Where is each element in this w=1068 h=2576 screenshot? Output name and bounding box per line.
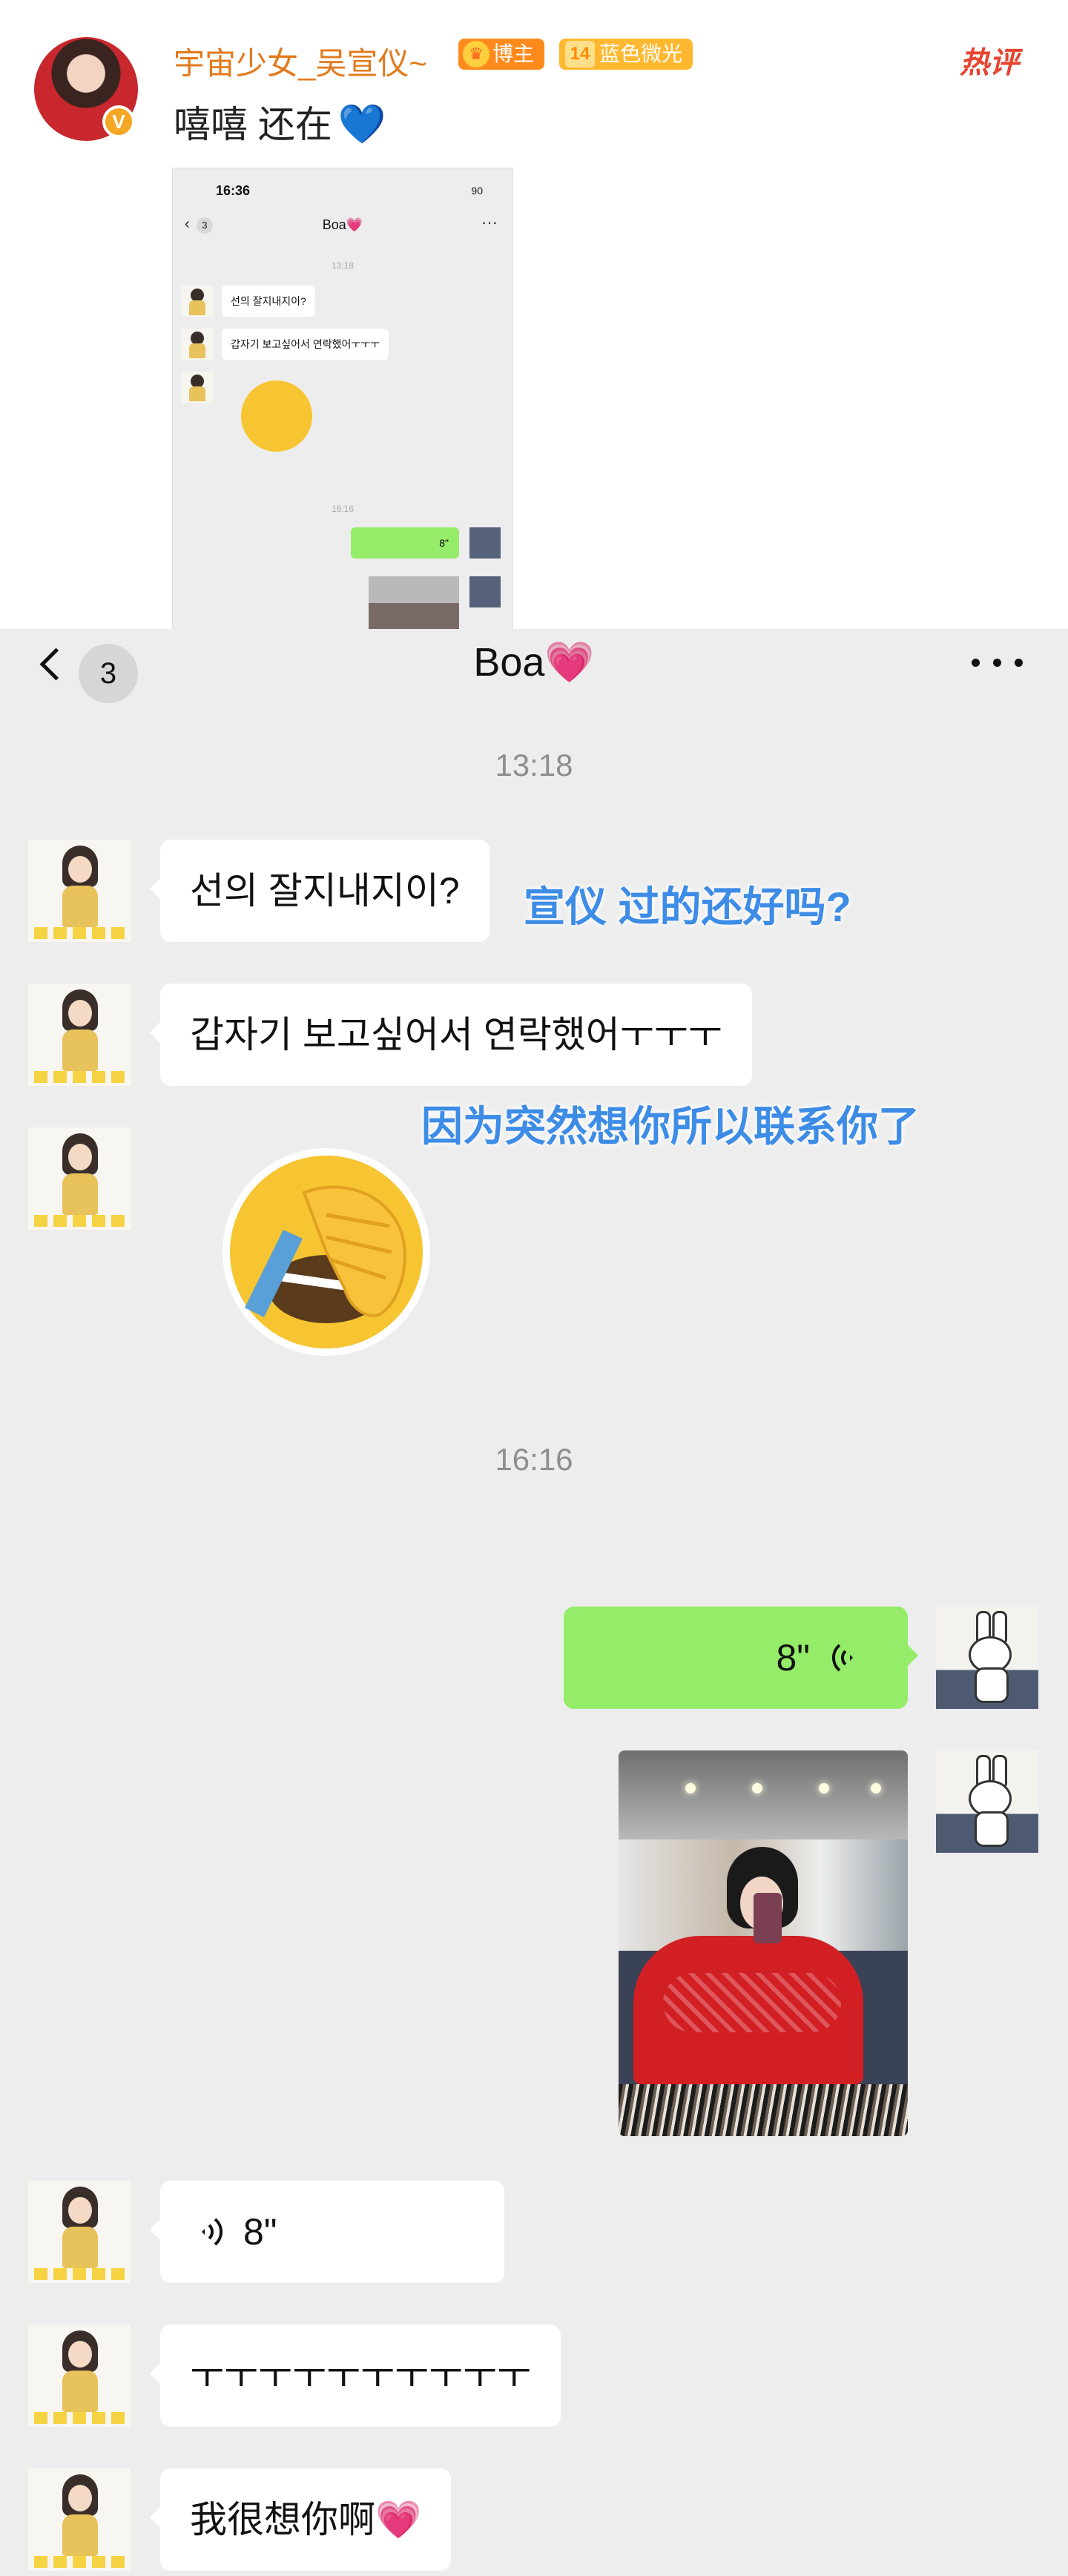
comment-text-body: 嘻嘻 还在	[174, 104, 332, 145]
message-bubble[interactable]: ㅜㅜㅜㅜㅜㅜㅜㅜㅜㅜ	[150, 2325, 561, 2427]
chat-title: Boa💗	[0, 639, 1068, 686]
membership-badge[interactable]: 14 蓝色微光	[559, 39, 693, 70]
voice-duration: 8"	[243, 2211, 277, 2253]
chat-nav-bar: 3 Boa💗	[0, 629, 1068, 703]
timestamp: 16:16	[495, 1442, 573, 1477]
voice-icon	[831, 1644, 853, 1672]
comment-text: 嘻嘻 还在 💙	[174, 95, 386, 148]
thumb-timestamp: 16:16	[331, 504, 355, 514]
voice-duration: 8"	[776, 1637, 810, 1679]
message-text: 我很想你啊	[190, 2499, 375, 2540]
thumb-more-icon: ···	[481, 213, 498, 231]
attached-screenshot-thumbnail[interactable]: 16:36 90 ‹ 3 Boa💗 ··· 13:18 선의 잘지내지이? 갑자…	[172, 168, 513, 630]
crown-icon: ♛	[463, 41, 490, 67]
contact-avatar[interactable]	[28, 984, 131, 1086]
membership-badge-label: 蓝色微光	[599, 42, 683, 65]
blogger-badge-label: 博主	[492, 42, 535, 65]
message-bubble[interactable]: 갑자기 보고싶어서 연락했어ㅜㅜㅜ	[150, 984, 752, 1086]
timestamp: 13:18	[495, 748, 573, 783]
thumb-message: 갑자기 보고싶어서 연락했어ㅜㅜㅜ	[222, 329, 389, 360]
facepalm-emoji[interactable]	[215, 1141, 438, 1363]
photo-message[interactable]	[619, 1750, 908, 2136]
thumb-avatar	[182, 329, 213, 360]
translation-caption: 因为突然想你所以联系你了	[421, 1103, 920, 1150]
contact-avatar[interactable]	[28, 2325, 131, 2427]
contact-avatar[interactable]	[28, 2468, 131, 2571]
more-icon[interactable]	[972, 659, 1024, 668]
thumb-chat-title: Boa💗	[322, 217, 363, 232]
commenter-username[interactable]: 宇宙少女_吴宣仪~	[174, 39, 427, 84]
my-avatar[interactable]	[936, 1750, 1038, 1853]
contact-avatar[interactable]	[28, 1127, 131, 1230]
contact-avatar[interactable]	[28, 840, 131, 942]
thumb-voice-message: 8"	[351, 527, 459, 559]
weibo-comment: V 宇宙少女_吴宣仪~ ♛ 博主 14 蓝色微光 热评 嘻嘻 还在 💙 16:36…	[0, 0, 1068, 630]
pink-heart-emoji: 💗	[375, 2499, 422, 2540]
contact-voice-message[interactable]: 8"	[150, 2181, 504, 2283]
message-bubble[interactable]: 선의 잘지내지이?	[150, 840, 490, 942]
chat-screenshot: 3 Boa💗 13:18 선의 잘지내지이? 宣仪 过的还好吗? 갑자기 보고싶…	[0, 629, 1068, 2576]
thumb-photo-message	[369, 576, 459, 630]
blogger-badge[interactable]: ♛ 博主	[458, 39, 545, 70]
thumb-timestamp: 13:18	[331, 260, 355, 271]
thumb-avatar	[182, 286, 213, 317]
thumb-facepalm-emoji	[241, 381, 312, 452]
message-bubble[interactable]: 我很想你啊💗	[149, 2468, 452, 2571]
thumb-nav-bar: ‹ 3 Boa💗 ···	[173, 211, 512, 241]
thumb-message: 선의 잘지내지이?	[222, 286, 315, 317]
my-avatar[interactable]	[936, 1607, 1038, 1709]
thumb-status-time: 16:36	[216, 183, 251, 198]
thumb-battery: 90	[471, 185, 483, 197]
verified-badge-icon: V	[102, 105, 135, 138]
translation-caption: 宣仪 过的还好吗?	[524, 883, 851, 930]
chat-title-name: Boa	[473, 640, 545, 685]
thumb-avatar	[182, 372, 213, 403]
voice-icon	[202, 2218, 223, 2246]
thumb-my-avatar	[469, 576, 501, 607]
thumb-my-avatar	[469, 527, 501, 559]
pink-heart-emoji: 💗	[544, 640, 595, 685]
my-voice-message[interactable]: 8"	[564, 1607, 918, 1709]
hot-comment-label: 热评	[960, 47, 1019, 79]
blue-heart-emoji: 💙	[337, 103, 386, 146]
contact-avatar[interactable]	[28, 2181, 131, 2283]
membership-level: 14	[565, 41, 595, 67]
